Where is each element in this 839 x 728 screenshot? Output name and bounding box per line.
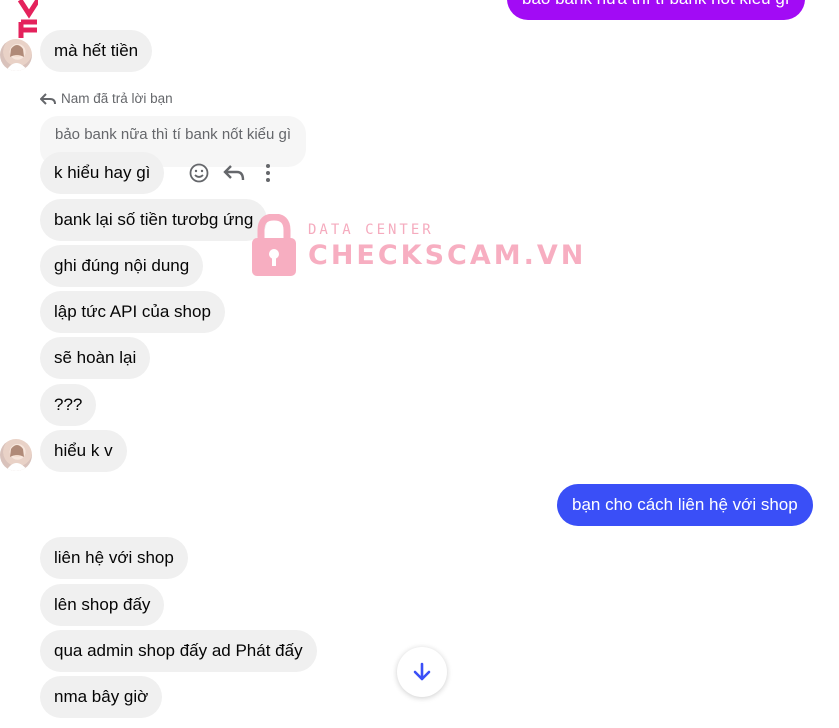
message-text: liên hệ với shop <box>54 548 174 567</box>
message-text: bạn cho cách liên hệ với shop <box>572 495 798 514</box>
received-message-bubble[interactable]: hiểu k v <box>40 430 127 472</box>
received-message-bubble[interactable]: lên shop đấy <box>40 584 165 626</box>
more-options-button[interactable] <box>255 160 281 186</box>
watermark: DATA CENTER CHECKSCAM.VN <box>250 214 586 276</box>
reply-arrow-icon <box>40 92 56 105</box>
scroll-to-bottom-button[interactable] <box>397 647 447 697</box>
reply-indicator: Nam đã trả lời bạn <box>40 91 173 106</box>
lock-icon <box>252 214 296 276</box>
sent-message-bubble[interactable]: bạn cho cách liên hệ với shop <box>557 484 813 526</box>
message-text: lên shop đấy <box>54 595 151 614</box>
avatar[interactable] <box>0 39 32 71</box>
message-text: ??? <box>54 395 83 414</box>
received-message-bubble[interactable]: qua admin shop đấy ad Phát đấy <box>40 630 317 672</box>
received-message-bubble[interactable]: mà hết tiền <box>40 30 153 72</box>
message-text: lập tức API của shop <box>54 302 211 321</box>
avatar[interactable] <box>0 439 32 471</box>
reply-icon <box>223 165 245 181</box>
reply-label: Nam đã trả lời bạn <box>61 91 173 106</box>
watermark-line-1: DATA CENTER <box>308 221 434 238</box>
received-message-bubble[interactable]: ghi đúng nội dung <box>40 245 204 287</box>
message-text: qua admin shop đấy ad Phát đấy <box>54 641 303 660</box>
received-message-bubble[interactable]: lập tức API của shop <box>40 291 225 333</box>
message-text: ghi đúng nội dung <box>54 256 190 275</box>
message-text: sẽ hoàn lại <box>54 348 137 367</box>
message-text: bảo bank nữa thì tí bank nốt kiểu gì <box>522 0 790 8</box>
react-button[interactable] <box>186 160 212 186</box>
received-message-bubble[interactable]: k hiểu hay gì <box>40 152 165 194</box>
received-message-bubble[interactable]: nma bây giờ <box>40 676 163 718</box>
partial-logo <box>0 0 41 42</box>
react-smiley-icon <box>189 163 209 183</box>
message-text: mà hết tiền <box>54 41 139 60</box>
received-message-bubble[interactable]: ??? <box>40 384 97 426</box>
message-text: nma bây giờ <box>54 687 149 706</box>
received-message-bubble[interactable]: liên hệ với shop <box>40 537 188 579</box>
scroll-down-arrow-icon <box>413 662 431 681</box>
quoted-text: bảo bank nữa thì tí bank nốt kiểu gì <box>55 126 292 143</box>
more-options-icon <box>266 164 270 182</box>
message-text: bank lại số tiền tươbg ứng <box>54 210 254 229</box>
reply-button[interactable] <box>221 160 247 186</box>
sent-message-bubble-top[interactable]: bảo bank nữa thì tí bank nốt kiểu gì <box>507 0 805 20</box>
message-text: k hiểu hay gì <box>54 163 151 182</box>
received-message-bubble[interactable]: sẽ hoàn lại <box>40 337 151 379</box>
watermark-line-2: CHECKSCAM.VN <box>308 239 587 271</box>
message-text: hiểu k v <box>54 441 113 460</box>
received-message-bubble[interactable]: bank lại số tiền tươbg ứng <box>40 199 268 241</box>
